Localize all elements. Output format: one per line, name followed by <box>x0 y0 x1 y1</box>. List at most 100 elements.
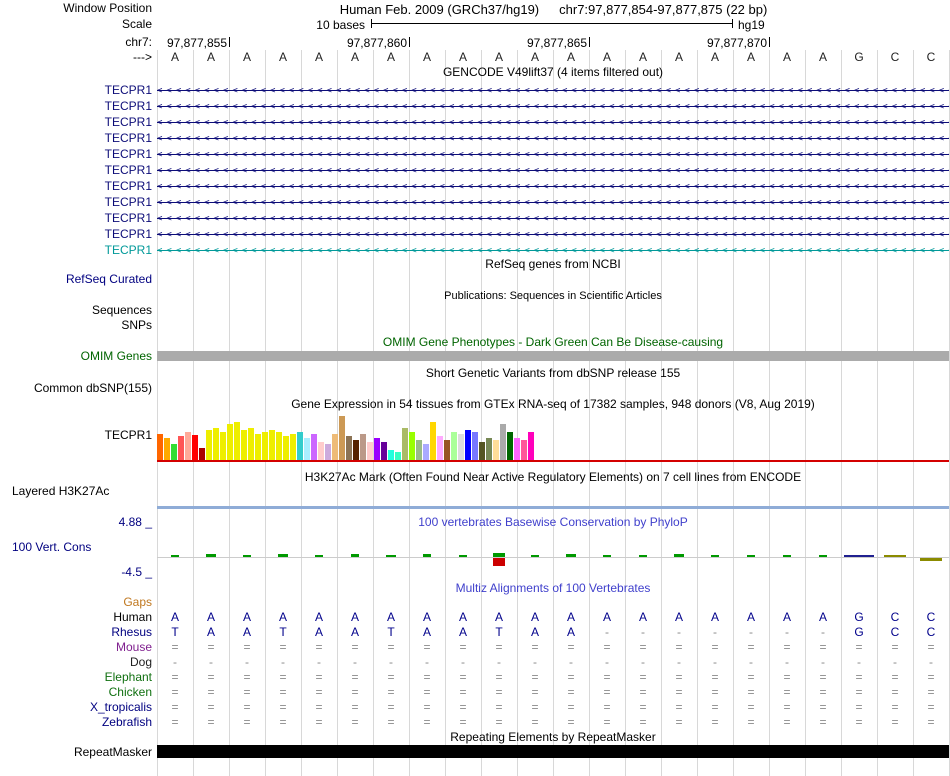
gtex-bar <box>430 422 436 460</box>
gtex-bar <box>500 424 506 460</box>
gaps-label[interactable]: Gaps <box>0 596 152 609</box>
assembly-short-label: hg19 <box>738 18 765 32</box>
multiz-base: = <box>603 670 611 684</box>
gene-line <box>157 250 949 251</box>
multiz-base: A <box>314 625 323 639</box>
multiz-base: - <box>245 655 249 669</box>
multiz-base: A <box>422 610 431 624</box>
gtex-bar <box>290 434 296 460</box>
multiz-base: = <box>747 715 755 729</box>
gtex-bar <box>325 444 331 460</box>
multiz-species-label[interactable]: X_tropicalis <box>0 701 152 714</box>
multiz-species-label[interactable]: Elephant <box>0 671 152 684</box>
gtex-bar <box>402 428 408 460</box>
multiz-species-label[interactable]: Mouse <box>0 641 152 654</box>
omim-genes-label[interactable]: OMIM Genes <box>0 350 152 363</box>
gtex-bar <box>234 422 240 460</box>
multiz-base: = <box>855 685 863 699</box>
gencode-gene-label[interactable]: TECPR1 <box>0 212 152 225</box>
multiz-base: = <box>387 640 395 654</box>
gencode-gene-label[interactable]: TECPR1 <box>0 196 152 209</box>
multiz-base: - <box>461 655 465 669</box>
multiz-base: A <box>458 610 467 624</box>
gtex-bar <box>339 416 345 460</box>
base-letter: A <box>386 50 395 64</box>
multiz-base: = <box>207 700 215 714</box>
gencode-gene-line[interactable]: <<<<<<<<<<<<<<<<<<<<<<<<<<<<<<<<<<<<<<<<… <box>157 85 949 97</box>
gencode-gene-label[interactable]: TECPR1 <box>0 164 152 177</box>
scale-label: Scale <box>121 17 152 31</box>
multiz-base: = <box>207 640 215 654</box>
gencode-gene-line[interactable]: <<<<<<<<<<<<<<<<<<<<<<<<<<<<<<<<<<<<<<<<… <box>157 101 949 113</box>
gencode-gene-label[interactable]: TECPR1 <box>0 228 152 241</box>
multiz-base: A <box>170 610 179 624</box>
phylop-label[interactable]: 100 Vert. Cons <box>12 541 91 554</box>
multiz-base: - <box>425 655 429 669</box>
multiz-base: = <box>351 685 359 699</box>
gtex-bar <box>171 444 177 460</box>
multiz-base: = <box>279 685 287 699</box>
multiz-base: A <box>386 610 395 624</box>
h3k27ac-label[interactable]: Layered H3K27Ac <box>12 485 109 498</box>
gencode-gene-line[interactable]: <<<<<<<<<<<<<<<<<<<<<<<<<<<<<<<<<<<<<<<<… <box>157 197 949 209</box>
gencode-gene-line[interactable]: <<<<<<<<<<<<<<<<<<<<<<<<<<<<<<<<<<<<<<<<… <box>157 133 949 145</box>
gencode-gene-label[interactable]: TECPR1 <box>0 132 152 145</box>
gencode-gene-line[interactable]: <<<<<<<<<<<<<<<<<<<<<<<<<<<<<<<<<<<<<<<<… <box>157 245 949 257</box>
snps-label[interactable]: SNPs <box>0 319 152 332</box>
gencode-gene-label[interactable]: TECPR1 <box>0 180 152 193</box>
gtex-bar <box>521 440 527 460</box>
dbsnp-label[interactable]: Common dbSNP(155) <box>0 382 152 395</box>
sequences-label[interactable]: Sequences <box>0 304 152 317</box>
multiz-base: T <box>279 625 287 639</box>
phylop-mark <box>566 554 576 557</box>
gtex-bar <box>262 432 268 460</box>
gencode-gene-label[interactable]: TECPR1 <box>0 244 152 257</box>
gencode-gene-label[interactable]: TECPR1 <box>0 100 152 113</box>
multiz-base: = <box>531 685 539 699</box>
gtex-bar <box>367 442 373 460</box>
gencode-gene-label[interactable]: TECPR1 <box>0 148 152 161</box>
gencode-gene-line[interactable]: <<<<<<<<<<<<<<<<<<<<<<<<<<<<<<<<<<<<<<<<… <box>157 117 949 129</box>
multiz-species-label[interactable]: Rhesus <box>0 626 152 639</box>
scale-bar-line <box>372 23 732 24</box>
multiz-species-label[interactable]: Human <box>0 611 152 624</box>
gtex-bar <box>479 442 485 460</box>
gtex-gene-label[interactable]: TECPR1 <box>0 429 152 442</box>
repeatmasker-bar[interactable] <box>157 745 949 758</box>
multiz-base: = <box>243 715 251 729</box>
h3k27ac-signal[interactable] <box>157 506 949 509</box>
dbsnp-title: Short Genetic Variants from dbSNP releas… <box>425 366 681 380</box>
multiz-base: = <box>243 640 251 654</box>
gtex-bar <box>276 432 282 460</box>
gencode-gene-line[interactable]: <<<<<<<<<<<<<<<<<<<<<<<<<<<<<<<<<<<<<<<<… <box>157 165 949 177</box>
multiz-base: = <box>207 685 215 699</box>
multiz-base: A <box>242 625 251 639</box>
multiz-base: - <box>389 655 393 669</box>
base-letter: A <box>638 50 647 64</box>
gtex-chart[interactable] <box>157 415 949 460</box>
gtex-bar <box>220 432 226 460</box>
multiz-base: = <box>315 685 323 699</box>
phylop-mark <box>315 555 323 557</box>
multiz-base: = <box>639 640 647 654</box>
multiz-species-label[interactable]: Dog <box>0 656 152 669</box>
gencode-gene-line[interactable]: <<<<<<<<<<<<<<<<<<<<<<<<<<<<<<<<<<<<<<<<… <box>157 181 949 193</box>
repeatmasker-label[interactable]: RepeatMasker <box>0 746 152 759</box>
gencode-gene-label[interactable]: TECPR1 <box>0 84 152 97</box>
multiz-base: - <box>353 655 357 669</box>
multiz-base: A <box>530 625 539 639</box>
multiz-base: T <box>495 625 503 639</box>
multiz-species-label[interactable]: Chicken <box>0 686 152 699</box>
refseq-curated-label[interactable]: RefSeq Curated <box>0 273 152 286</box>
gencode-gene-line[interactable]: <<<<<<<<<<<<<<<<<<<<<<<<<<<<<<<<<<<<<<<<… <box>157 229 949 241</box>
gencode-gene-label[interactable]: TECPR1 <box>0 116 152 129</box>
omim-genes-bar[interactable] <box>157 351 949 361</box>
gtex-bar <box>360 434 366 460</box>
gtex-bar <box>283 436 289 460</box>
multiz-base: = <box>315 640 323 654</box>
multiz-base: = <box>423 715 431 729</box>
multiz-species-label[interactable]: Zebrafish <box>0 716 152 729</box>
multiz-base: A <box>818 610 827 624</box>
gencode-gene-line[interactable]: <<<<<<<<<<<<<<<<<<<<<<<<<<<<<<<<<<<<<<<<… <box>157 149 949 161</box>
gencode-gene-line[interactable]: <<<<<<<<<<<<<<<<<<<<<<<<<<<<<<<<<<<<<<<<… <box>157 213 949 225</box>
